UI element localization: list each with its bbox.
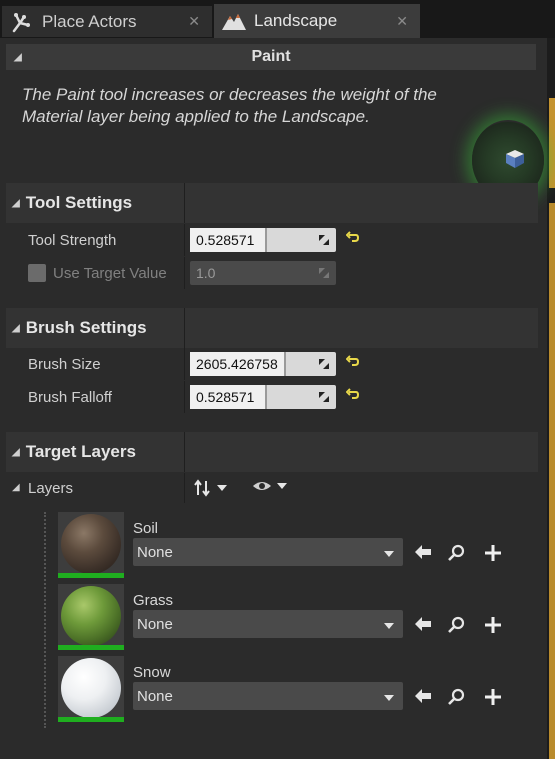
layer-item-snow[interactable]: Snow None: [56, 656, 516, 726]
paint-title: Paint: [251, 48, 291, 65]
brush-falloff-label: Brush Falloff: [28, 389, 112, 406]
layer-info-dropdown[interactable]: None: [133, 610, 403, 638]
reset-to-default-icon[interactable]: [345, 355, 360, 374]
tool-strength-label: Tool Strength: [28, 232, 117, 249]
chevron-down-icon: [384, 695, 394, 701]
reset-to-default-icon[interactable]: [345, 231, 360, 250]
landscape-icon: [220, 11, 248, 31]
plus-icon: [485, 545, 501, 561]
reset-to-default-icon[interactable]: [345, 388, 360, 407]
sort-button[interactable]: [194, 479, 228, 497]
brush-falloff-row: Brush Falloff 0.528571: [6, 381, 538, 413]
chevron-down-icon: [384, 551, 394, 557]
browse-asset-button[interactable]: [448, 616, 466, 639]
layer-info-dropdown[interactable]: None: [133, 682, 403, 710]
section-title: Tool Settings: [25, 193, 133, 212]
tab-place-actors[interactable]: Place Actors ✕: [2, 6, 212, 37]
collapse-icon[interactable]: ◢: [12, 323, 20, 334]
section-title: Brush Settings: [25, 318, 147, 337]
layer-info-dropdown[interactable]: None: [133, 538, 403, 566]
viewport-edge: [547, 38, 555, 759]
browse-asset-button[interactable]: [448, 688, 466, 711]
layer-thumbnail: [58, 656, 124, 722]
place-actors-icon: [8, 11, 36, 33]
tab-landscape[interactable]: Landscape ✕: [214, 4, 420, 38]
tool-strength-input[interactable]: 0.528571: [190, 228, 336, 252]
brush-size-value: 2605.426758: [196, 356, 278, 372]
create-layer-info-button[interactable]: [484, 544, 502, 567]
brush-falloff-value: 0.528571: [196, 389, 255, 405]
create-layer-info-button[interactable]: [484, 616, 502, 639]
close-icon[interactable]: ✕: [188, 13, 200, 30]
layer-name: Soil: [133, 520, 159, 537]
section-title: Target Layers: [25, 442, 136, 461]
expand-arrow-icon: [318, 390, 330, 408]
sort-icon: [194, 479, 210, 497]
layer-info-value: None: [137, 544, 173, 561]
layers-row: ◢ Layers: [6, 473, 538, 503]
expand-arrow-icon: [318, 266, 330, 284]
target-value-input: 1.0: [190, 261, 336, 285]
layer-item-grass[interactable]: Grass None: [56, 584, 516, 654]
brush-settings-header[interactable]: ◢ Brush Settings: [6, 308, 538, 348]
layer-info-value: None: [137, 688, 173, 705]
chevron-down-icon: [217, 485, 227, 491]
target-layers-header[interactable]: ◢ Target Layers: [6, 432, 538, 472]
chevron-down-icon: [277, 483, 287, 489]
brush-size-input[interactable]: 2605.426758: [190, 352, 336, 376]
target-value: 1.0: [196, 265, 216, 281]
eye-icon: [253, 482, 271, 490]
search-icon: [448, 616, 465, 633]
arrow-left-icon: [415, 617, 431, 631]
brush-size-label: Brush Size: [28, 356, 101, 373]
arrow-left-icon: [415, 545, 431, 559]
collapse-icon[interactable]: ◢: [12, 198, 20, 209]
use-target-value-checkbox[interactable]: [28, 264, 46, 282]
layers-label: Layers: [28, 480, 74, 497]
tab-bar: Place Actors ✕ Landscape ✕: [0, 0, 555, 38]
visibility-button[interactable]: [252, 479, 288, 493]
layer-info-value: None: [137, 616, 173, 633]
layer-thumbnail: [58, 584, 124, 650]
plus-icon: [485, 689, 501, 705]
use-selected-asset-button[interactable]: [414, 616, 432, 637]
browse-asset-button[interactable]: [448, 544, 466, 567]
tab-label: Landscape: [254, 11, 338, 30]
tool-strength-value: 0.528571: [196, 232, 255, 248]
cube-icon: [504, 148, 526, 175]
collapse-icon[interactable]: ◢: [12, 482, 20, 493]
tool-description: The Paint tool increases or decreases th…: [22, 85, 437, 126]
layer-item-soil[interactable]: Soil None: [56, 512, 516, 582]
arrow-left-icon: [415, 689, 431, 703]
layer-thumbnail: [58, 512, 124, 578]
brush-size-row: Brush Size 2605.426758: [6, 348, 538, 380]
expand-arrow-icon: [318, 357, 330, 375]
collapse-icon[interactable]: ◢: [14, 52, 22, 63]
search-icon: [448, 688, 465, 705]
layer-name: Snow: [133, 664, 171, 681]
tool-strength-row: Tool Strength 0.528571: [6, 224, 538, 256]
brush-falloff-input[interactable]: 0.528571: [190, 385, 336, 409]
tab-label: Place Actors: [42, 11, 137, 31]
paint-header[interactable]: ◢ Paint: [6, 44, 536, 70]
layer-name: Grass: [133, 592, 174, 609]
expand-arrow-icon: [318, 233, 330, 251]
collapse-icon[interactable]: ◢: [12, 447, 20, 458]
use-selected-asset-button[interactable]: [414, 688, 432, 709]
use-target-value-row: Use Target Value 1.0: [6, 257, 538, 289]
plus-icon: [485, 617, 501, 633]
create-layer-info-button[interactable]: [484, 688, 502, 711]
use-target-value-label: Use Target Value: [53, 265, 167, 282]
chevron-down-icon: [384, 623, 394, 629]
close-icon[interactable]: ✕: [396, 13, 408, 30]
search-icon: [448, 544, 465, 561]
tool-settings-header[interactable]: ◢ Tool Settings: [6, 183, 538, 223]
use-selected-asset-button[interactable]: [414, 544, 432, 565]
